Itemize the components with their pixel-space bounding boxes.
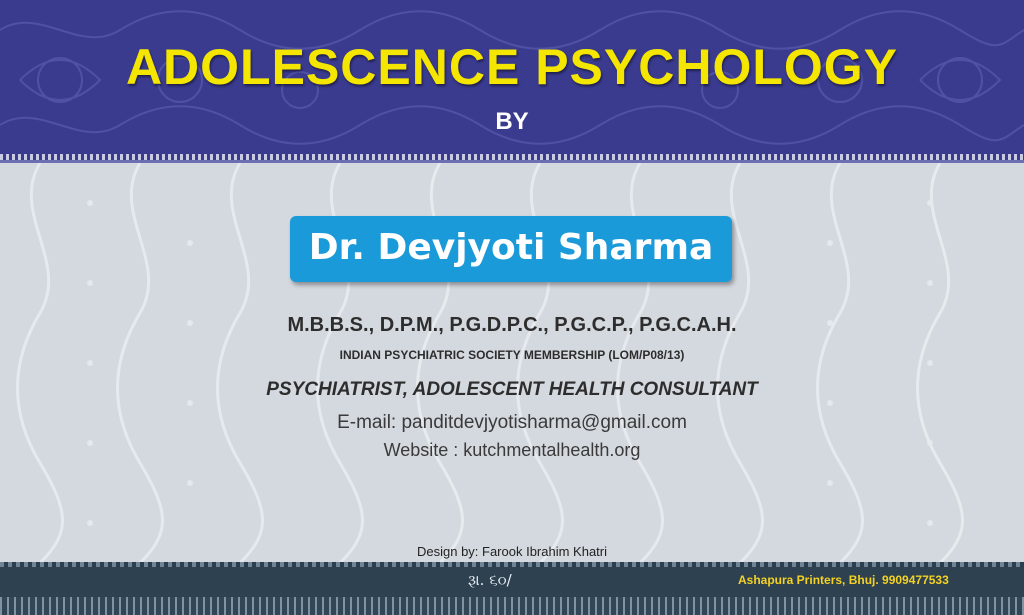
author-role: PSYCHIATRIST, ADOLESCENT HEALTH CONSULTA… (266, 379, 758, 400)
designer-credit: Design by: Farook Ibrahim Khatri (416, 544, 608, 559)
author-email: E-mail: panditdevjyotisharma@gmail.com (337, 412, 687, 433)
footer-border-bottom (0, 597, 1024, 615)
by-label: BY (495, 108, 529, 135)
author-name: Dr. Devjyoti Sharma (308, 227, 714, 268)
price-label: રૂા. ૬૦/ (468, 571, 512, 589)
title-banner: ADOLESCENCE PSYCHOLOGY BY (0, 0, 1024, 154)
book-title: ADOLESCENCE PSYCHOLOGY (125, 39, 899, 95)
printer-credit: Ashapura Printers, Bhuj. 9909477533 (738, 573, 949, 587)
author-website: Website : kutchmentalhealth.org (383, 440, 641, 460)
book-cover: ADOLESCENCE PSYCHOLOGY BY Dr. Devjyoti S… (0, 0, 1024, 615)
footer-bar: રૂા. ૬૦/ Ashapura Printers, Bhuj. 990947… (0, 562, 1024, 615)
author-membership: INDIAN PSYCHIATRIC SOCIETY MEMBERSHIP (L… (339, 348, 685, 362)
author-name-box: Dr. Devjyoti Sharma (290, 216, 732, 282)
author-degrees: M.B.B.S., D.P.M., P.G.D.P.C., P.G.C.P., … (287, 314, 737, 336)
